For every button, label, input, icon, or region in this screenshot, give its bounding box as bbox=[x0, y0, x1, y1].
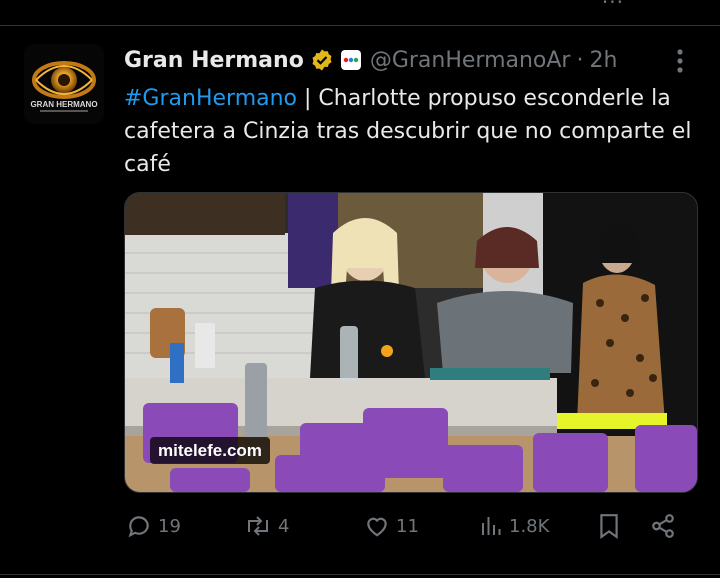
tweet-text: #GranHermano | Charlotte propuso esconde… bbox=[124, 82, 704, 181]
share-button[interactable] bbox=[650, 510, 682, 542]
like-button[interactable]: 11 bbox=[364, 510, 419, 542]
tweet-actions: 19 4 11 1.8K bbox=[124, 510, 696, 542]
reply-icon bbox=[128, 516, 149, 538]
retweet-button[interactable]: 4 bbox=[244, 510, 289, 542]
author-name[interactable]: Gran Hermano bbox=[124, 48, 304, 73]
share-icon bbox=[652, 514, 674, 538]
reply-button[interactable]: 19 bbox=[126, 510, 181, 542]
reply-count: 19 bbox=[158, 515, 181, 537]
more-vertical-icon bbox=[677, 49, 683, 73]
heart-icon bbox=[367, 517, 387, 537]
top-more-icon[interactable]: ··· bbox=[602, 0, 624, 14]
hashtag-link[interactable]: #GranHermano bbox=[124, 86, 297, 111]
bottom-divider bbox=[0, 574, 720, 575]
retweet-icon bbox=[248, 516, 268, 536]
views-count: 1.8K bbox=[509, 515, 550, 537]
bookmark-icon bbox=[600, 514, 618, 539]
views-button[interactable]: 1.8K bbox=[479, 510, 549, 542]
avatar-logo-text: GRAN HERMANO bbox=[30, 100, 97, 109]
views-chart-icon bbox=[482, 517, 501, 535]
verified-badge-icon bbox=[310, 48, 334, 72]
top-bar: ··· bbox=[0, 0, 720, 26]
telefe-affiliate-icon[interactable] bbox=[340, 49, 362, 71]
media-watermark: mitelefe.com bbox=[150, 437, 270, 464]
author-handle[interactable]: @GranHermanoAr bbox=[370, 48, 571, 73]
author-avatar[interactable]: GRAN HERMANO bbox=[24, 44, 104, 124]
retweet-count: 4 bbox=[278, 515, 290, 537]
more-options-button[interactable] bbox=[668, 46, 692, 76]
tweet-header: Gran Hermano @GranHermanoAr · 2h bbox=[124, 44, 617, 76]
bookmark-button[interactable] bbox=[598, 510, 626, 542]
gran-hermano-eye-logo-icon: GRAN HERMANO bbox=[24, 44, 104, 124]
header-separator: · bbox=[576, 47, 584, 73]
tweet-timestamp[interactable]: 2h bbox=[589, 48, 617, 73]
like-count: 11 bbox=[396, 515, 419, 537]
